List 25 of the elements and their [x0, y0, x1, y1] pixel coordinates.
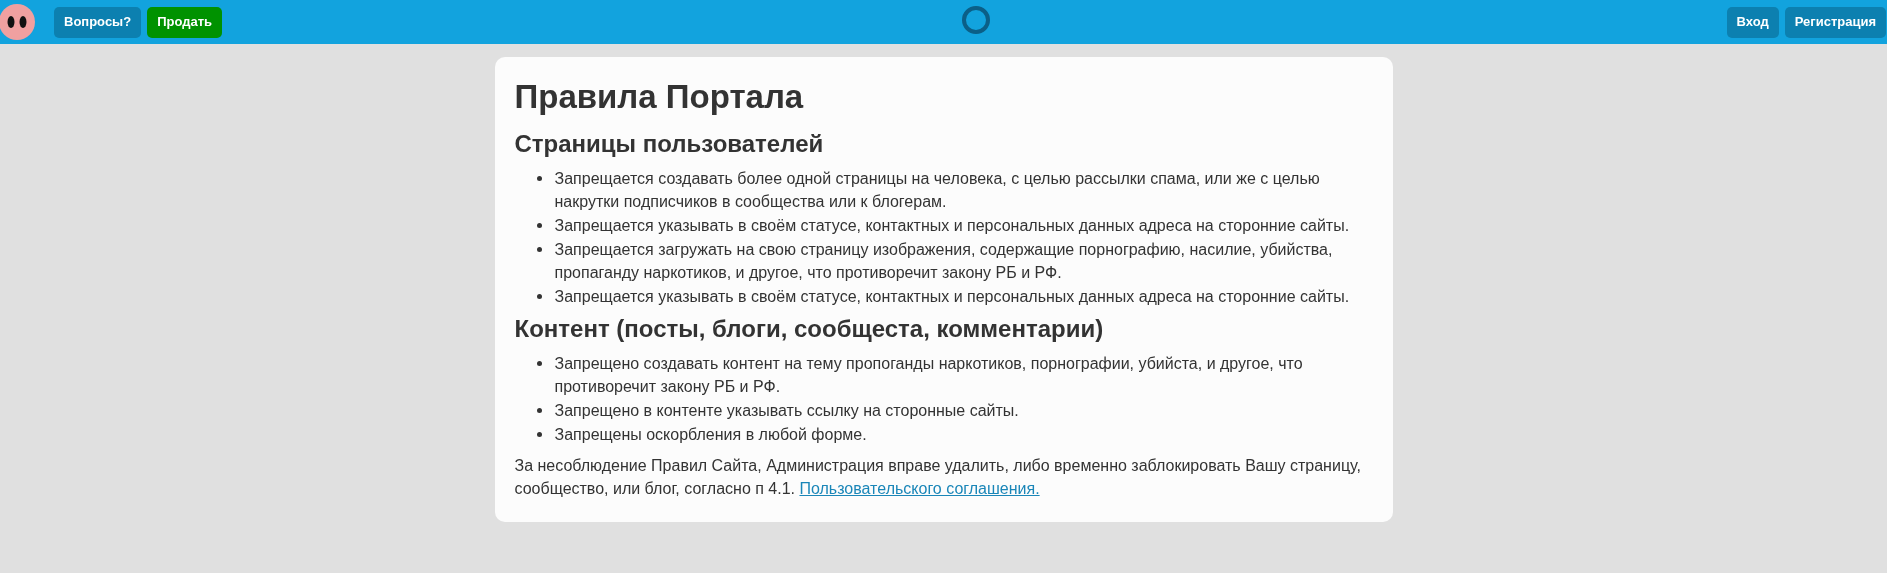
nav-button[interactable]: Вход: [1726, 6, 1779, 38]
bullet-icon: [536, 408, 542, 413]
rule-text: Запрещены оскорбления в любой форме.: [554, 425, 867, 445]
section-heading: Страницы пользователей: [514, 129, 825, 159]
bullet-icon: [536, 176, 542, 181]
rule-text: Запрещается загружать на свою страницу изображения, содержащие порнографию, насилие, убийства, пропаганду наркотиков, и другое, что противоречит закону РБ и РФ.: [554, 240, 1334, 283]
rule-text: Запрещается указывать в своём статусе, контактных и персональных данных адреса на сторонние сайты.: [554, 216, 1350, 236]
pig-nose-icon[interactable]: [0, 3, 36, 41]
rule-text: Запрещается создавать более одной страницы на человека, с целью рассылки спама, или же с целью накрутки подписчиков в сообщества или к блогерам.: [554, 169, 1321, 212]
nav-button[interactable]: Вопросы?: [54, 6, 142, 38]
bullet-icon: [536, 294, 542, 299]
rule-text: Запрещено в контенте указывать ссылку на сторонные сайты.: [554, 401, 1019, 421]
section-heading: Контент (посты, блоги, сообщеста, комментарии): [514, 314, 1105, 344]
rule-text: Запрещается указывать в своём статусе, контактных и персональных данных адреса на сторонние сайты.: [554, 287, 1350, 307]
bullet-icon: [536, 223, 542, 228]
bullet-icon: [536, 432, 542, 437]
rule-text: Запрещено создавать контент на тему пропоганды наркотиков, порнографии, убийста, и другое, что противоречит закону РБ и РФ.: [554, 354, 1304, 397]
bullet-icon: [536, 361, 542, 366]
nav-button[interactable]: Продать: [147, 6, 223, 38]
page-title: Правила Портала: [514, 77, 805, 117]
agreement-link[interactable]: Пользовательского соглашения.: [799, 480, 1040, 497]
loading-spinner-icon: [961, 5, 991, 35]
footer-note: За несоблюдение Правил Сайта, Администрация вправе удалить, либо временно заблокировать Вашу страницу, сообщество, или блог, согласно п 4.1. Пользовательского соглашения.: [514, 456, 1362, 499]
nav-button[interactable]: Регистрация: [1784, 6, 1886, 38]
bullet-icon: [536, 247, 542, 252]
